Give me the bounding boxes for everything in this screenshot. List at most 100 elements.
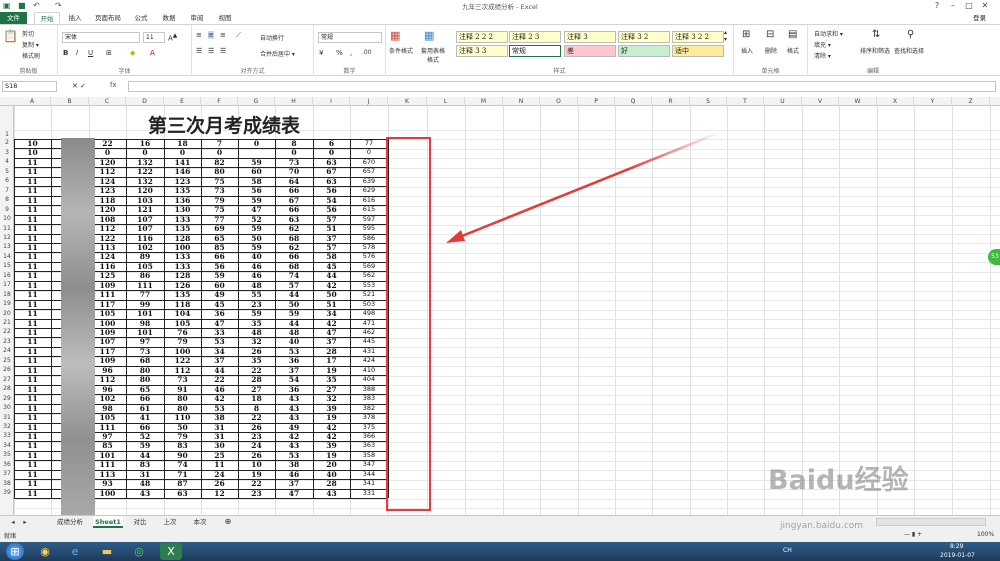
table-cell[interactable]: 56 [313, 186, 350, 195]
table-cell[interactable]: 11 [14, 460, 51, 469]
table-cell[interactable]: 80 [126, 375, 164, 384]
table-cell[interactable]: 101 [126, 328, 164, 337]
table-cell[interactable]: 67 [313, 167, 350, 176]
table-cell[interactable]: 80 [201, 167, 238, 176]
table-cell[interactable]: 116 [126, 234, 164, 243]
table-cell[interactable]: 11 [14, 262, 51, 271]
table-cell[interactable]: 11 [14, 375, 51, 384]
table-cell[interactable]: 11 [14, 404, 51, 413]
table-cell[interactable]: 498 [350, 309, 388, 318]
column-header[interactable]: M [465, 97, 503, 106]
table-cell[interactable]: 75 [201, 205, 238, 214]
border-icon[interactable]: ⊞ [106, 49, 112, 57]
table-cell[interactable]: 37 [313, 337, 350, 346]
comma-icon[interactable]: , [350, 49, 352, 57]
table-cell[interactable]: 57 [313, 243, 350, 252]
table-cell[interactable]: 11 [14, 385, 51, 394]
table-cell[interactable]: 102 [126, 243, 164, 252]
browser-icon[interactable]: ◎ [128, 543, 150, 560]
table-cell[interactable]: 366 [350, 432, 388, 441]
conditional-format-button[interactable]: 条件格式 [389, 46, 413, 55]
table-cell[interactable]: 36 [275, 356, 313, 365]
italic-button[interactable]: I [76, 49, 78, 57]
table-cell[interactable]: 11 [14, 205, 51, 214]
row-header[interactable]: 9 [0, 206, 14, 213]
table-cell[interactable]: 66 [126, 394, 164, 403]
table-cell[interactable]: 43 [275, 413, 313, 422]
table-cell[interactable]: 122 [126, 167, 164, 176]
table-cell[interactable]: 615 [350, 205, 388, 214]
table-cell[interactable]: 73 [201, 186, 238, 195]
table-cell[interactable]: 89 [126, 252, 164, 261]
table-cell[interactable]: 48 [238, 328, 275, 337]
orientation-icon[interactable]: ⟋ [236, 31, 241, 40]
tab-view[interactable]: 视图 [212, 12, 238, 24]
table-cell[interactable]: 11 [14, 479, 51, 488]
table-cell[interactable]: 0 [164, 148, 201, 157]
row-header[interactable]: 12 [0, 234, 14, 241]
table-cell[interactable]: 64 [275, 177, 313, 186]
column-header[interactable]: F [201, 97, 238, 106]
table-cell[interactable]: 11 [14, 366, 51, 375]
table-cell[interactable]: 19 [313, 413, 350, 422]
table-cell[interactable]: 39 [313, 441, 350, 450]
table-cell[interactable]: 46 [238, 262, 275, 271]
table-cell[interactable]: 98 [126, 319, 164, 328]
table-cell[interactable]: 35 [238, 356, 275, 365]
help-icon[interactable]: ? [930, 0, 944, 12]
table-cell[interactable]: 51 [313, 224, 350, 233]
table-cell[interactable]: 141 [164, 158, 201, 167]
table-cell[interactable]: 40 [313, 470, 350, 479]
table-cell[interactable]: 37 [201, 356, 238, 365]
table-cell[interactable]: 11 [14, 196, 51, 205]
close-button[interactable]: ✕ [978, 0, 992, 12]
table-cell[interactable]: 77 [350, 139, 388, 148]
table-cell[interactable]: 45 [313, 262, 350, 271]
table-cell[interactable]: 135 [164, 290, 201, 299]
table-cell[interactable]: 19 [313, 366, 350, 375]
table-cell[interactable]: 670 [350, 158, 388, 167]
table-cell[interactable]: 65 [201, 234, 238, 243]
row-header[interactable]: 28 [0, 385, 14, 392]
row-header[interactable]: 19 [0, 300, 14, 307]
table-cell[interactable]: 34 [313, 309, 350, 318]
table-cell[interactable]: 11 [201, 460, 238, 469]
table-cell[interactable]: 11 [14, 489, 51, 498]
table-cell[interactable]: 22 [238, 479, 275, 488]
table-cell[interactable]: 11 [14, 328, 51, 337]
row-header[interactable]: 23 [0, 338, 14, 345]
column-header[interactable]: S [690, 97, 727, 106]
table-cell[interactable]: 0 [350, 148, 388, 157]
side-badge[interactable]: 53 [988, 249, 1000, 265]
row-header[interactable]: 18 [0, 291, 14, 298]
explorer-icon[interactable]: ▬ [96, 543, 118, 560]
prev-sheet-icon[interactable]: ◂ [8, 516, 18, 528]
table-cell[interactable]: 0 [126, 148, 164, 157]
autosum-button[interactable]: 自动求和 ▾ [814, 29, 843, 38]
table-cell[interactable]: 404 [350, 375, 388, 384]
row-header[interactable]: 31 [0, 414, 14, 421]
table-cell[interactable]: 100 [164, 243, 201, 252]
align-left-icon[interactable]: ☰ [196, 47, 202, 55]
table-cell[interactable]: 66 [275, 205, 313, 214]
table-cell[interactable]: 36 [275, 385, 313, 394]
add-sheet-icon[interactable]: ⊕ [222, 516, 234, 528]
table-cell[interactable]: 41 [126, 413, 164, 422]
table-cell[interactable]: 63 [275, 215, 313, 224]
table-cell[interactable]: 17 [313, 356, 350, 365]
merge-center-button[interactable]: 合并后居中 ▾ [260, 49, 295, 58]
formula-input[interactable] [128, 81, 996, 92]
row-header[interactable]: 26 [0, 366, 14, 373]
table-cell[interactable]: 11 [14, 224, 51, 233]
table-cell[interactable]: 553 [350, 281, 388, 290]
table-cell[interactable]: 25 [201, 451, 238, 460]
table-cell[interactable]: 597 [350, 215, 388, 224]
table-cell[interactable]: 375 [350, 423, 388, 432]
table-cell[interactable]: 49 [201, 290, 238, 299]
table-cell[interactable]: 59 [238, 224, 275, 233]
table-cell[interactable]: 383 [350, 394, 388, 403]
cell-style-item[interactable]: 注释 3 3 [456, 45, 508, 57]
table-cell[interactable]: 27 [238, 385, 275, 394]
format-painter-button[interactable]: 格式刷 [22, 51, 40, 60]
table-cell[interactable]: 128 [164, 234, 201, 243]
